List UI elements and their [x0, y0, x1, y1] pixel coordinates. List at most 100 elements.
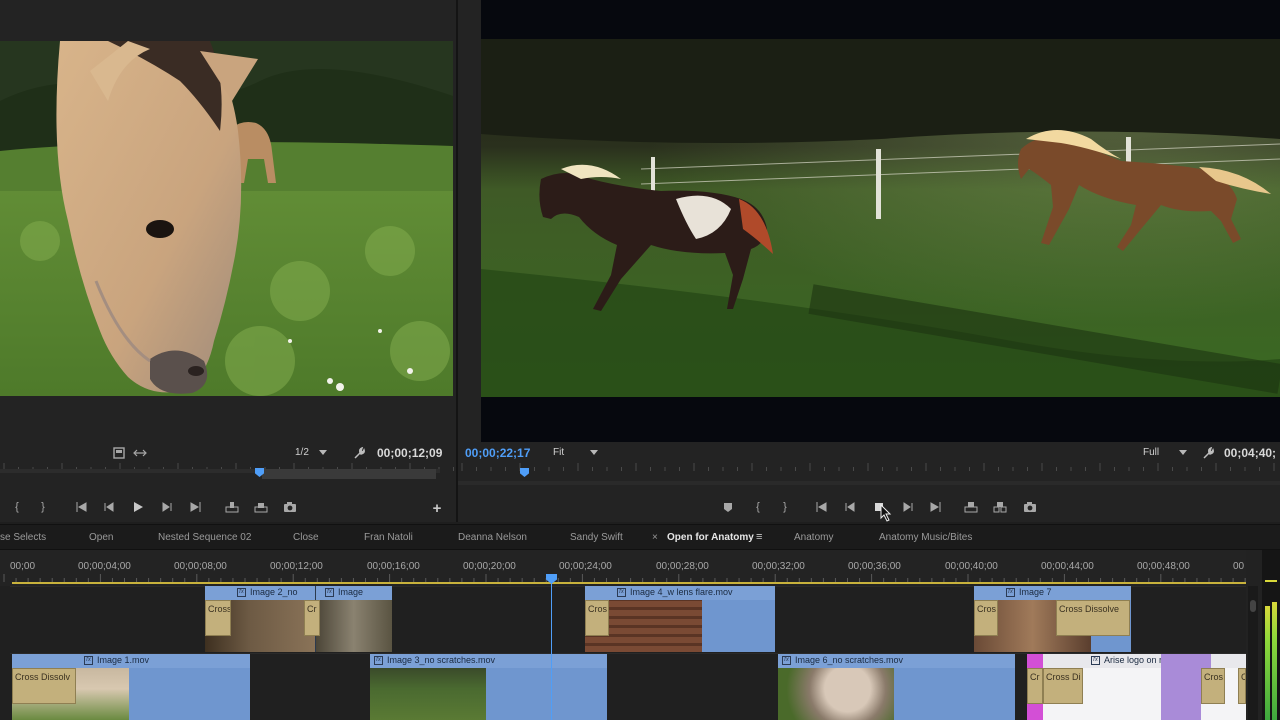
program-scrub-ruler[interactable] — [458, 463, 1280, 473]
tab-sandy-swift[interactable]: Sandy Swift — [570, 525, 623, 551]
program-playhead[interactable] — [520, 468, 529, 477]
timeline-clip[interactable]: fx Image 6_no scratches.mov — [778, 654, 1015, 720]
scrollbar-thumb[interactable] — [1250, 600, 1256, 612]
program-resolution-dropdown[interactable]: Full — [1143, 447, 1188, 458]
source-video-frame[interactable] — [0, 41, 453, 396]
tab-anatomy-music-bites[interactable]: Anatomy Music/Bites — [879, 525, 972, 551]
cross-dissolve-transition[interactable]: Cros — [1201, 668, 1225, 704]
program-monitor: 00;00;22;17 Fit Full 00;04;40; { } — [458, 0, 1280, 522]
program-current-timecode[interactable]: 00;00;22;17 — [465, 446, 530, 460]
drag-video-icon[interactable] — [133, 446, 147, 460]
fx-badge-icon: fx — [374, 655, 383, 665]
program-zoom-dropdown[interactable]: Fit — [553, 447, 599, 458]
step-back-icon[interactable] — [102, 500, 116, 514]
clip-label: Image 1.mov — [97, 655, 150, 665]
fx-badge-icon: fx — [84, 655, 93, 665]
program-scrub-bar[interactable] — [458, 478, 1280, 490]
play-icon[interactable] — [131, 500, 145, 514]
cross-dissolve-transition[interactable]: Cr — [1027, 668, 1043, 704]
insert-icon[interactable] — [225, 500, 239, 514]
source-zoom-dropdown[interactable]: 1/2 — [295, 447, 327, 458]
step-back-icon[interactable] — [843, 500, 857, 514]
audio-meter-right — [1272, 602, 1277, 720]
tab-nested-sequence-02[interactable]: Nested Sequence 02 — [158, 525, 251, 551]
program-video-frame[interactable] — [481, 0, 1280, 442]
camera-icon[interactable] — [1023, 500, 1037, 514]
clip-label: Image 7 — [1019, 587, 1052, 597]
mark-in-icon[interactable]: { — [751, 500, 765, 514]
mark-out-icon[interactable]: } — [36, 500, 50, 514]
chevron-down-icon — [590, 449, 599, 455]
wrench-icon[interactable] — [352, 446, 366, 460]
ruler-label: 00;00 — [10, 561, 36, 572]
fx-badge-icon: fx — [617, 587, 626, 597]
wrench-icon[interactable] — [1201, 446, 1215, 460]
program-zoom-value: Fit — [553, 447, 565, 458]
ruler-label: 00;00;40;00 — [945, 561, 998, 572]
tab-open[interactable]: Open — [89, 525, 113, 551]
add-button-icon[interactable]: + — [430, 501, 444, 516]
clip-thumbnail — [778, 668, 894, 720]
extract-icon[interactable] — [993, 500, 1007, 514]
overwrite-icon[interactable] — [254, 500, 268, 514]
ruler-label: 00;00;04;00 — [78, 561, 131, 572]
ruler-label: 00;00;32;00 — [752, 561, 805, 572]
go-to-in-icon[interactable] — [74, 500, 88, 514]
step-forward-icon[interactable] — [160, 500, 174, 514]
ruler-label: 00;00;36;00 — [848, 561, 901, 572]
mouse-cursor-icon — [880, 504, 892, 522]
cross-dissolve-transition[interactable]: Cr — [1238, 668, 1246, 704]
lift-icon[interactable] — [964, 500, 978, 514]
cross-dissolve-transition[interactable]: Cros — [585, 600, 609, 636]
ruler-label: 00;00;24;00 — [559, 561, 612, 572]
ruler-label: 00;00;44;00 — [1041, 561, 1094, 572]
fx-badge-icon: fx — [237, 587, 246, 597]
export-frame-icon[interactable] — [112, 446, 126, 460]
timeline-clip[interactable]: fx Image 2_no fx Image — [205, 586, 392, 652]
cross-dissolve-transition[interactable]: Cross Dissolve — [1056, 600, 1130, 636]
clip-label: Image — [338, 587, 364, 597]
ruler-label: 00;00;28;00 — [656, 561, 709, 572]
clip-label: Image 3_no scratches.mov — [387, 655, 496, 665]
mark-out-icon[interactable]: } — [778, 500, 792, 514]
go-to-out-icon[interactable] — [189, 500, 203, 514]
source-scrub-bar[interactable] — [0, 466, 440, 479]
clip-thumbnail — [370, 668, 486, 720]
cross-dissolve-transition[interactable]: Cross Di — [1043, 668, 1083, 704]
cross-dissolve-transition[interactable]: Cross — [205, 600, 231, 636]
timeline-scrollbar[interactable] — [1248, 586, 1258, 720]
ruler-label: 00;00;20;00 — [463, 561, 516, 572]
source-zoom-value: 1/2 — [295, 447, 309, 458]
camera-icon[interactable] — [283, 500, 297, 514]
tab-selects[interactable]: se Selects — [0, 525, 46, 551]
time-ruler[interactable]: 00;00 00;00;04;00 00;00;08;00 00;00;12;0… — [0, 550, 1246, 586]
go-to-out-icon[interactable] — [929, 500, 943, 514]
chevron-down-icon — [318, 449, 327, 455]
sequence-tab-bar: se Selects Open Nested Sequence 02 Close… — [0, 524, 1280, 550]
source-timecode[interactable]: 00;00;12;09 — [377, 446, 442, 460]
tab-open-for-anatomy[interactable]: Open for Anatomy — [667, 525, 754, 551]
tab-fran-natoli[interactable]: Fran Natoli — [364, 525, 413, 551]
fx-badge-icon: fx — [325, 587, 334, 597]
cross-dissolve-transition[interactable]: Cr — [304, 600, 320, 636]
go-to-in-icon[interactable] — [814, 500, 828, 514]
timeline-clip[interactable]: fx Image 3_no scratches.mov — [370, 654, 607, 720]
cross-dissolve-transition[interactable]: Cros — [974, 600, 998, 636]
step-forward-icon[interactable] — [901, 500, 915, 514]
source-horse-image — [0, 41, 453, 396]
close-tab-icon[interactable]: × — [652, 525, 658, 550]
tab-anatomy[interactable]: Anatomy — [794, 525, 833, 551]
tab-close[interactable]: Close — [293, 525, 319, 551]
timeline-clip[interactable]: fx Image 4_w lens flare.mov — [585, 586, 775, 652]
tab-menu-icon[interactable]: ≡ — [756, 525, 762, 550]
ruler-label: 00;00;12;00 — [270, 561, 323, 572]
work-area-bar[interactable] — [12, 582, 1246, 584]
cross-dissolve-transition[interactable]: Cross Dissolv — [12, 668, 76, 704]
program-resolution-value: Full — [1143, 447, 1160, 458]
track-area[interactable]: fx Image 2_no fx Image Cross Cr fx Image 4_… — [0, 586, 1246, 720]
mark-in-icon[interactable]: { — [10, 500, 24, 514]
audio-meter — [1262, 550, 1280, 720]
clip-label: Image 6_no scratches.mov — [795, 655, 904, 665]
add-marker-icon[interactable] — [721, 500, 735, 514]
tab-deanna-nelson[interactable]: Deanna Nelson — [458, 525, 527, 551]
